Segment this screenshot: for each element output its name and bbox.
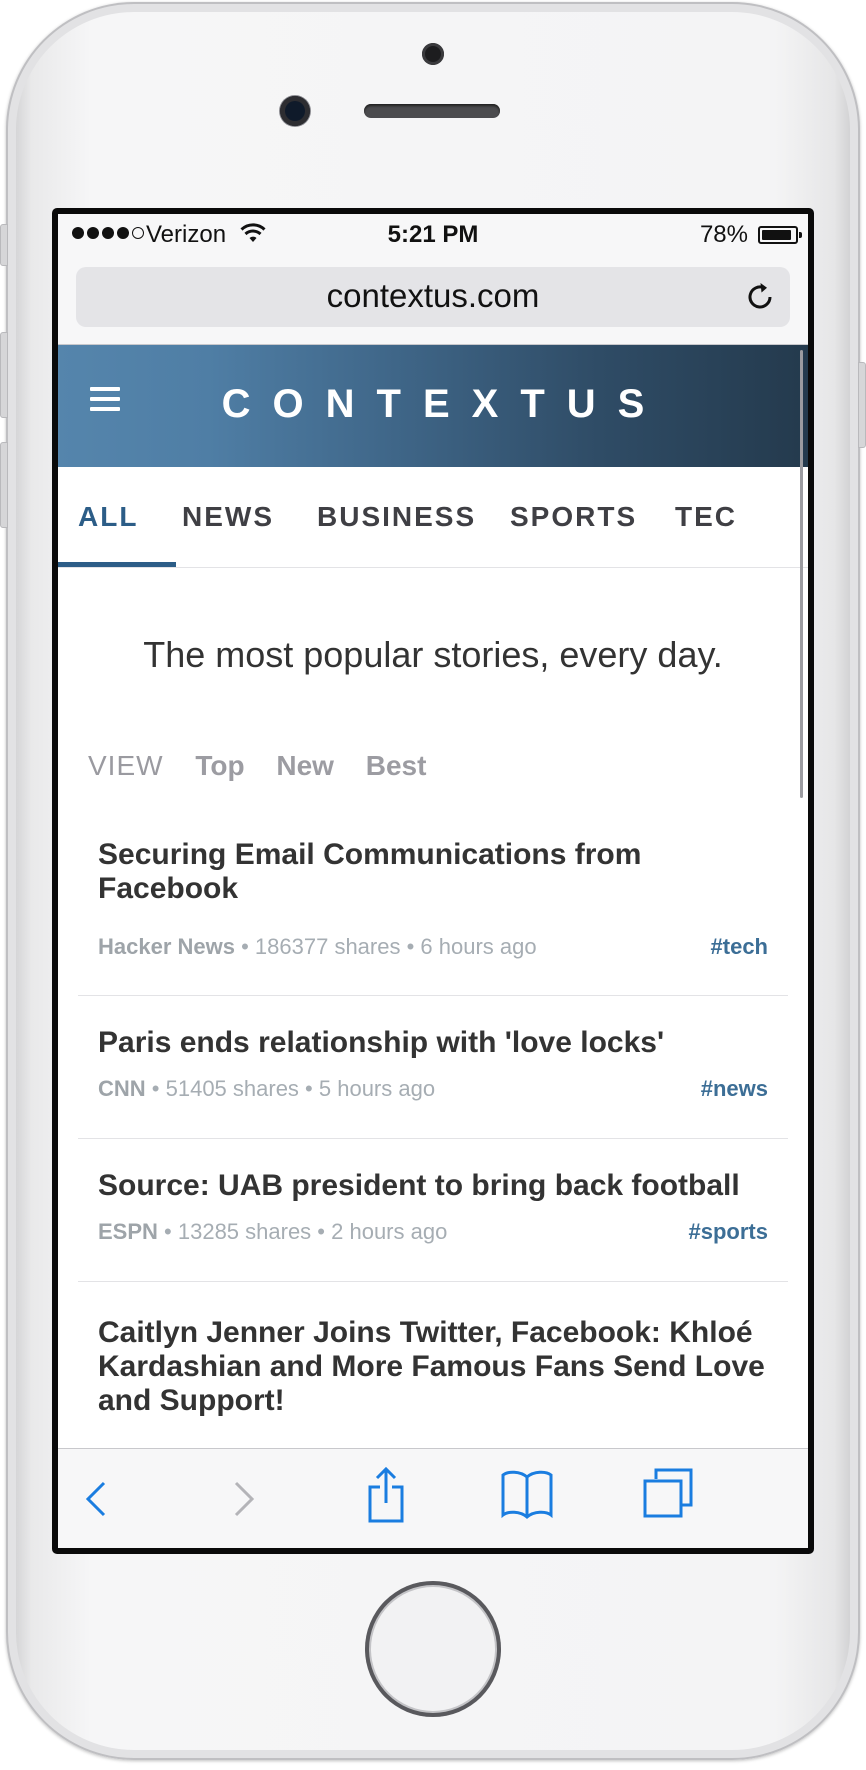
view-label: VIEW — [88, 750, 164, 781]
status-bar: Verizon 5:21 PM 78% — [58, 214, 808, 254]
site-logo[interactable]: CONTEXTUS — [58, 382, 808, 427]
story-age: 5 hours ago — [318, 1076, 436, 1101]
tab-tech[interactable]: TEC — [675, 501, 737, 533]
story-source: CNN — [98, 1076, 146, 1101]
story-age: 2 hours ago — [331, 1219, 448, 1244]
story-title[interactable]: Source: UAB president to bring back foot… — [98, 1169, 778, 1203]
reload-icon[interactable] — [742, 279, 778, 315]
share-icon[interactable] — [366, 1465, 406, 1523]
clock: 5:21 PM — [387, 221, 479, 248]
battery-percent: 78% — [699, 221, 748, 248]
story-source: Hacker News — [98, 934, 235, 959]
story-meta: CNN • 51405 shares • 5 hours ago — [98, 1076, 436, 1101]
site-header: CONTEXTUS — [58, 345, 808, 467]
story-item[interactable]: Securing Email Communications from Faceb… — [78, 814, 788, 996]
story-meta: ESPN • 13285 shares • 2 hours ago — [98, 1219, 448, 1244]
story-shares: 13285 shares — [177, 1219, 312, 1244]
proximity-sensor — [422, 43, 444, 65]
tabs-icon[interactable] — [642, 1467, 694, 1519]
story-title[interactable]: Paris ends relationship with 'love locks… — [98, 1026, 778, 1060]
view-option-top[interactable]: Top — [195, 750, 244, 781]
view-selector: VIEW Top New Best — [88, 750, 450, 782]
story-meta: Hacker News • 186377 shares • 6 hours ag… — [98, 934, 537, 959]
story-item[interactable]: Source: UAB president to bring back foot… — [78, 1139, 788, 1282]
page-tagline: The most popular stories, every day. — [143, 634, 723, 675]
back-icon[interactable] — [82, 1479, 110, 1519]
home-button[interactable] — [365, 1581, 501, 1717]
story-tag[interactable]: #sports — [689, 1219, 768, 1245]
story-source: ESPN — [98, 1219, 158, 1244]
earpiece-speaker — [364, 104, 500, 118]
tab-sports[interactable]: SPORTS — [510, 501, 637, 533]
story-title[interactable]: Caitlyn Jenner Joins Twitter, Facebook: … — [98, 1316, 778, 1418]
story-shares: 51405 shares — [165, 1076, 299, 1101]
battery-icon — [758, 226, 802, 244]
category-tabs: ALL NEWS BUSINESS SPORTS TEC — [58, 467, 808, 568]
tab-business[interactable]: BUSINESS — [317, 501, 476, 533]
story-shares: 186377 shares — [254, 934, 401, 959]
screen: Verizon 5:21 PM 78% contextus.com CONTEX… — [58, 214, 808, 1548]
story-title[interactable]: Securing Email Communications from Faceb… — [98, 838, 778, 906]
volume-up-button — [0, 332, 8, 418]
volume-down-button — [0, 442, 8, 528]
tab-news[interactable]: NEWS — [182, 501, 274, 533]
story-tag[interactable]: #news — [701, 1076, 768, 1102]
forward-icon[interactable] — [230, 1479, 258, 1519]
active-tab-indicator — [58, 562, 176, 567]
browser-toolbar — [58, 1448, 808, 1548]
bookmarks-icon[interactable] — [500, 1469, 554, 1519]
mute-switch — [0, 224, 8, 266]
view-option-best[interactable]: Best — [366, 750, 427, 781]
browser-chrome: Verizon 5:21 PM 78% contextus.com — [58, 214, 808, 345]
front-camera — [280, 96, 310, 126]
power-button — [858, 362, 866, 448]
story-age: 6 hours ago — [420, 934, 537, 959]
view-option-new[interactable]: New — [276, 750, 334, 781]
story-item[interactable]: Paris ends relationship with 'love locks… — [78, 996, 788, 1139]
url-text[interactable]: contextus.com — [76, 277, 790, 315]
tab-all[interactable]: ALL — [78, 501, 138, 533]
scrollbar[interactable] — [800, 350, 803, 798]
story-tag[interactable]: #tech — [711, 934, 768, 960]
address-bar[interactable]: contextus.com — [76, 267, 790, 327]
